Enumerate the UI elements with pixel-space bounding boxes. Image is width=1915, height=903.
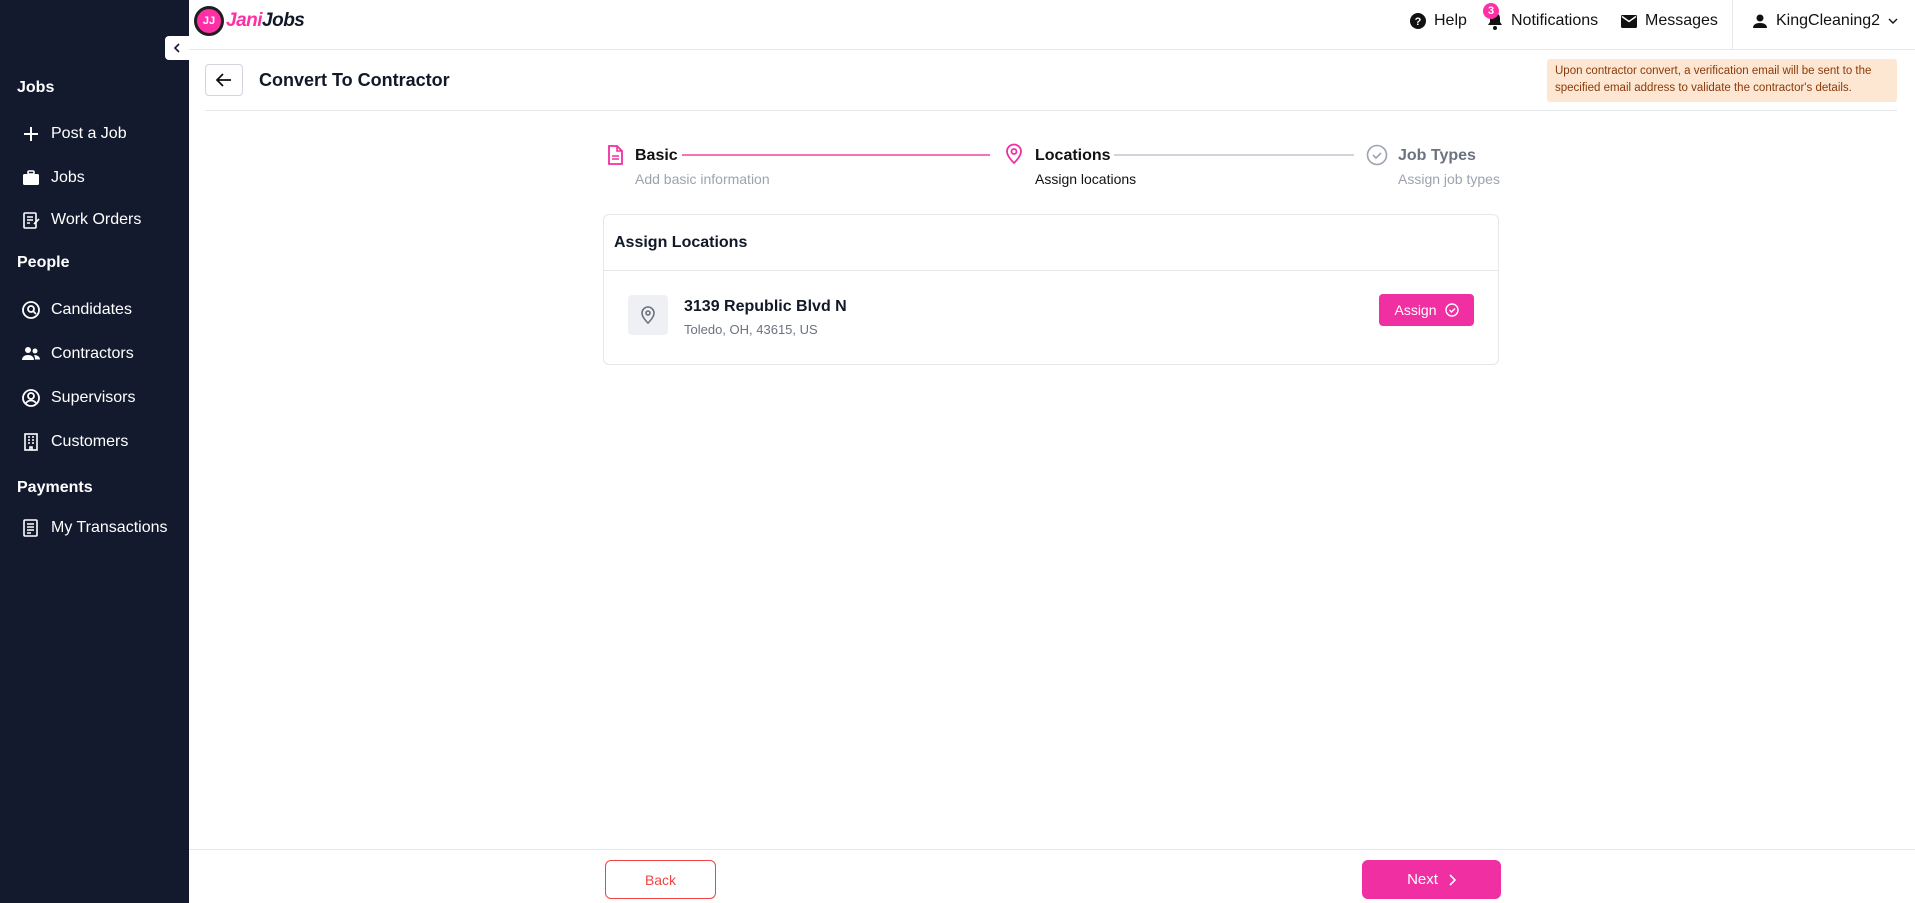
header-divider	[205, 110, 1897, 111]
help-link[interactable]: ? Help	[1410, 12, 1467, 30]
card-divider	[604, 270, 1498, 271]
logo-text-jani: Jani	[226, 10, 263, 31]
help-label: Help	[1434, 12, 1467, 29]
step-basic-subtitle: Add basic information	[635, 171, 770, 187]
sidebar-item-candidates[interactable]: Candidates	[21, 298, 132, 322]
map-pin-icon	[1006, 143, 1022, 165]
messages-label: Messages	[1645, 12, 1718, 29]
sidebar-item-contractors[interactable]: Contractors	[21, 342, 134, 366]
notifications-label: Notifications	[1511, 12, 1599, 29]
assign-button[interactable]: Assign	[1379, 294, 1474, 326]
svg-text:?: ?	[1415, 16, 1422, 28]
step-job-types-subtitle: Assign job types	[1398, 171, 1500, 187]
location-address: Toledo, OH, 43615, US	[684, 322, 818, 337]
sidebar-item-label: Post a Job	[51, 125, 127, 142]
logo-text-jobs: Jobs	[262, 10, 305, 31]
chevron-down-icon	[1888, 18, 1898, 24]
sidebar-item-label: Candidates	[51, 301, 132, 318]
next-button[interactable]: Next	[1362, 860, 1501, 899]
notifications-badge: 3	[1483, 3, 1499, 19]
back-button-label: Back	[644, 871, 677, 888]
location-icon-box	[628, 295, 668, 335]
building-icon	[24, 433, 38, 451]
clipboard-edit-icon	[23, 212, 40, 229]
location-pin-icon	[641, 306, 655, 325]
briefcase-icon	[23, 170, 39, 185]
user-icon	[1753, 14, 1767, 28]
users-icon	[22, 347, 40, 360]
sidebar-section-people: People	[17, 254, 70, 271]
check-circle-icon	[1366, 144, 1388, 166]
step-basic-title: Basic	[635, 147, 678, 164]
janijobs-logo[interactable]: JJ JaniJobs	[194, 6, 305, 36]
sidebar-item-label: My Transactions	[51, 519, 168, 536]
page-title: Convert To Contractor	[259, 70, 450, 90]
arrow-left-icon	[216, 73, 231, 87]
location-name: 3139 Republic Blvd N	[684, 298, 847, 315]
sidebar-item-work-orders[interactable]: Work Orders	[21, 208, 141, 232]
receipt-icon	[23, 519, 38, 537]
verification-notice: Upon contractor convert, a verification …	[1547, 59, 1897, 102]
sidebar-item-customers[interactable]: Customers	[21, 430, 128, 454]
check-circle-icon	[1444, 303, 1459, 317]
messages-link[interactable]: Messages	[1621, 12, 1718, 30]
top-bar: JJ JaniJobs ? Help 3 Notifications Messa…	[189, 0, 1915, 50]
top-divider	[1732, 0, 1733, 50]
collapse-sidebar-button[interactable]	[165, 36, 189, 60]
next-button-label: Next	[1407, 871, 1438, 888]
sidebar-item-supervisors[interactable]: Supervisors	[21, 386, 135, 410]
sidebar-section-payments: Payments	[17, 479, 93, 496]
user-circle-icon	[22, 389, 40, 407]
back-arrow-button[interactable]	[205, 64, 243, 96]
card-title: Assign Locations	[614, 234, 748, 251]
chevron-left-icon	[173, 43, 180, 53]
user-menu[interactable]: KingCleaning2	[1752, 12, 1898, 30]
footer-divider	[189, 849, 1915, 850]
sidebar-section-jobs: Jobs	[17, 79, 55, 96]
step-connector-2	[1114, 154, 1354, 156]
step-connector-1	[682, 154, 990, 156]
sidebar-item-label: Contractors	[51, 345, 134, 362]
logo-mark: JJ	[194, 6, 224, 36]
sidebar-item-jobs[interactable]: Jobs	[21, 166, 85, 190]
search-person-icon	[22, 301, 40, 319]
sidebar-item-label: Jobs	[51, 169, 85, 186]
user-name: KingCleaning2	[1776, 12, 1881, 29]
assign-button-label: Assign	[1394, 302, 1437, 318]
mail-icon	[1621, 14, 1637, 28]
step-job-types-title: Job Types	[1398, 147, 1476, 164]
sidebar-item-post-a-job[interactable]: Post a Job	[21, 122, 127, 146]
chevron-right-icon	[1449, 873, 1456, 886]
sidebar-item-label: Customers	[51, 433, 129, 450]
sidebar-item-label: Supervisors	[51, 389, 136, 406]
back-button[interactable]: Back	[605, 860, 716, 899]
notifications-link[interactable]: 3 Notifications	[1483, 3, 1599, 30]
sidebar-item-my-transactions[interactable]: My Transactions	[21, 516, 167, 540]
step-locations-title: Locations	[1035, 147, 1111, 164]
step-locations-subtitle: Assign locations	[1035, 171, 1137, 187]
help-icon: ?	[1410, 13, 1426, 29]
plus-icon	[24, 127, 38, 141]
document-icon	[608, 145, 623, 165]
sidebar: Jobs Post a Job Jobs Work Orders People …	[0, 0, 189, 903]
assign-locations-card: Assign Locations 3139 Republic Blvd N To…	[603, 214, 1499, 365]
sidebar-item-label: Work Orders	[51, 211, 142, 228]
